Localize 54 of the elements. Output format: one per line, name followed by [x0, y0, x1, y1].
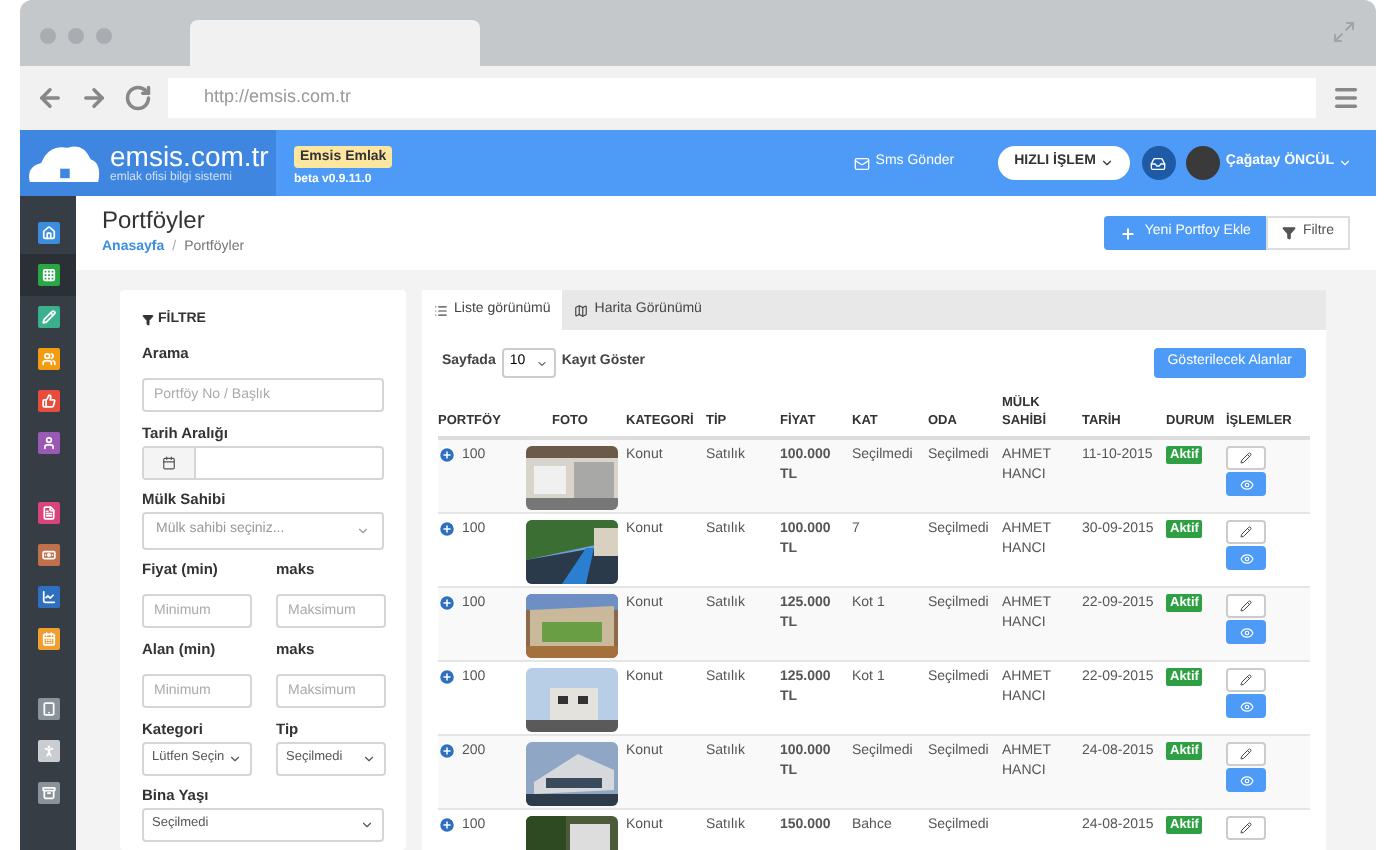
inbox-button[interactable]	[1141, 146, 1176, 180]
caret-icon	[535, 357, 548, 369]
back-icon[interactable]	[36, 84, 64, 112]
caret-icon	[356, 523, 370, 537]
eye-icon	[1239, 551, 1253, 565]
list-icon	[434, 303, 448, 317]
reload-icon[interactable]	[124, 84, 152, 112]
view-button[interactable]	[1226, 694, 1266, 718]
view-button[interactable]	[1226, 472, 1266, 496]
mail-icon	[853, 155, 870, 171]
edit-icon	[1240, 526, 1252, 538]
filter-icon	[142, 314, 154, 327]
edit-icon	[1240, 452, 1252, 464]
logo-text: emsis.com.tr	[110, 142, 269, 170]
map-icon	[574, 303, 589, 317]
caret-icon	[360, 817, 374, 831]
eye-icon	[1239, 477, 1253, 491]
edit-icon	[1240, 674, 1252, 686]
caret-icon	[228, 751, 242, 765]
caret-icon	[1099, 156, 1114, 170]
edit-icon	[1240, 822, 1252, 834]
sidebar-item[interactable]	[20, 254, 76, 296]
edit-button[interactable]	[1226, 446, 1266, 470]
view-button[interactable]	[1226, 620, 1266, 644]
eye-icon	[1239, 699, 1253, 713]
edit-button[interactable]	[1226, 742, 1266, 766]
eye-icon	[1239, 625, 1253, 639]
expand-icon[interactable]	[438, 668, 456, 686]
caret-icon	[1338, 156, 1352, 170]
calendar-icon	[162, 455, 176, 469]
logo-icon	[26, 140, 102, 186]
avatar[interactable]	[1185, 146, 1220, 180]
plus-icon	[1120, 225, 1137, 241]
edit-icon	[1240, 600, 1252, 612]
edit-button[interactable]	[1226, 594, 1266, 618]
view-button[interactable]	[1226, 768, 1266, 792]
edit-icon	[1240, 748, 1252, 760]
filter-icon	[1282, 226, 1297, 240]
edit-button[interactable]	[1226, 668, 1266, 692]
forward-icon[interactable]	[80, 84, 108, 112]
expand-icon[interactable]	[438, 594, 456, 612]
view-button[interactable]	[1226, 546, 1266, 570]
expand-icon[interactable]	[438, 446, 456, 464]
expand-icon[interactable]	[438, 816, 456, 834]
caret-icon	[362, 751, 376, 765]
page-title: Portföyler	[102, 206, 207, 235]
inbox-icon	[1150, 155, 1167, 171]
eye-icon	[1239, 773, 1253, 787]
edit-button[interactable]	[1226, 520, 1266, 544]
menu-icon[interactable]	[1332, 84, 1360, 112]
date-range-field[interactable]	[142, 445, 384, 479]
expand-icon[interactable]	[438, 742, 456, 760]
expand-icon[interactable]	[438, 520, 456, 538]
edit-button[interactable]	[1226, 816, 1266, 840]
